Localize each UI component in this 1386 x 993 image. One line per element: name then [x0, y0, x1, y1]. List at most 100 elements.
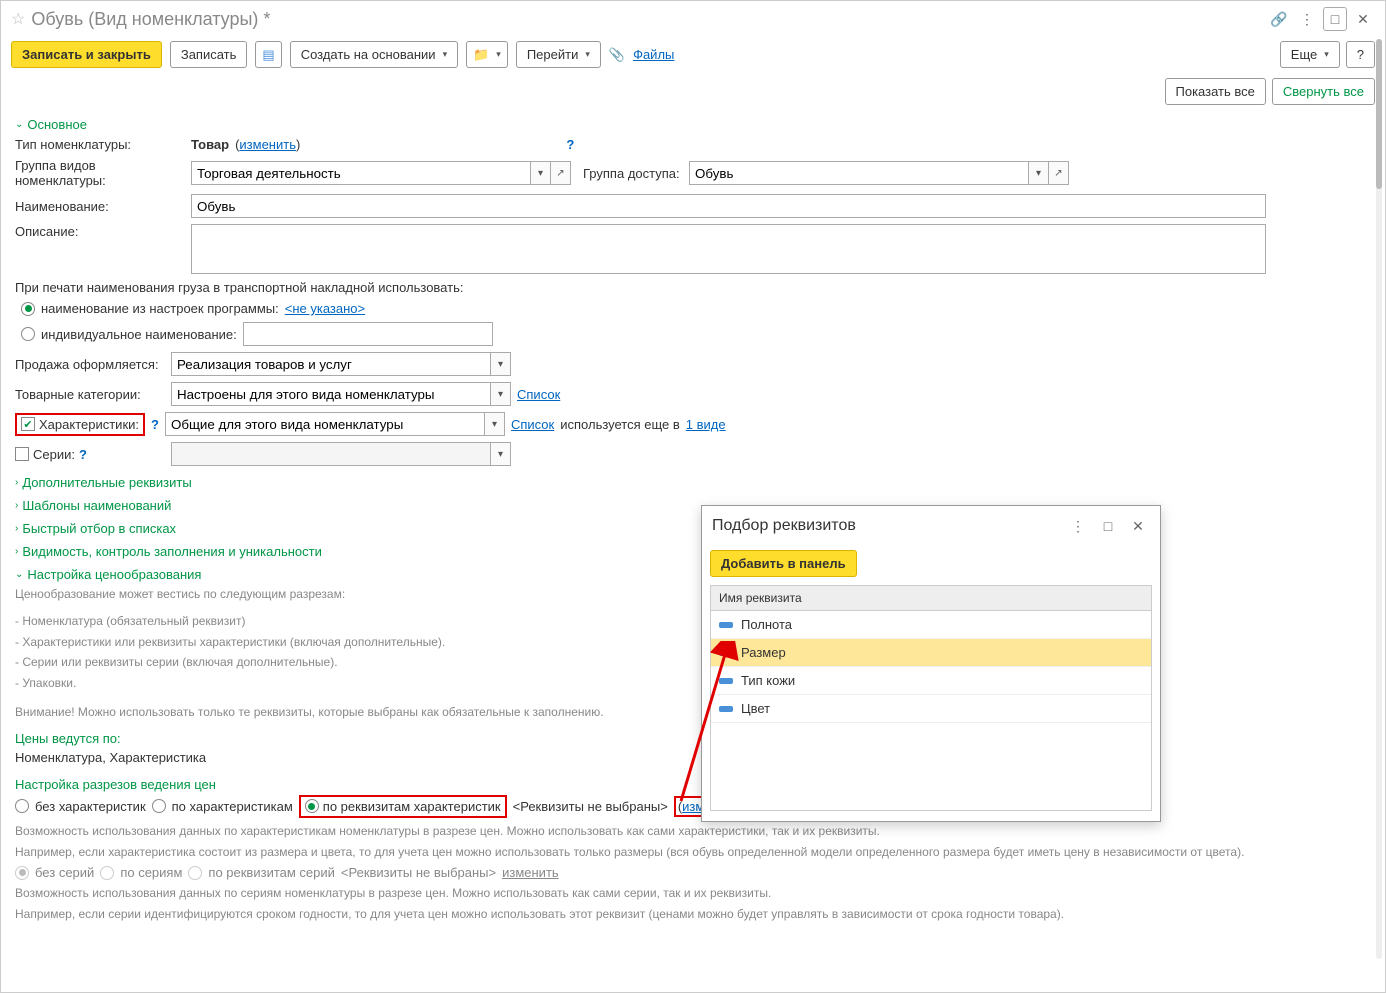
label-s3: по реквизитам серий	[208, 865, 335, 880]
radio-print-program[interactable]	[21, 302, 35, 316]
price-b4: - Упаковки.	[15, 673, 1371, 694]
section-tpl[interactable]: ›Шаблоны наименований	[15, 492, 1371, 515]
label-r1: без характеристик	[35, 799, 146, 814]
price-intro: Ценообразование может вестись по следующ…	[15, 584, 1371, 605]
tag-icon	[719, 622, 733, 628]
grid-row[interactable]: Цвет	[711, 695, 1151, 723]
radio-by-series-req	[188, 866, 202, 880]
close-icon[interactable]: ✕	[1126, 514, 1150, 538]
access-input[interactable]	[689, 161, 1029, 185]
price-note3: Возможность использования данных по сери…	[15, 883, 1371, 904]
link-icon[interactable]: 🔗	[1267, 7, 1291, 31]
open-icon[interactable]: ↗	[551, 161, 571, 185]
char-text: используется еще в	[560, 417, 680, 432]
open-icon[interactable]: ↗	[1049, 161, 1069, 185]
collapse-all-button[interactable]: Свернуть все	[1272, 78, 1375, 105]
price-by-value: Номенклатура, Характеристика	[15, 746, 1371, 769]
section-vis[interactable]: ›Видимость, контроль заполнения и уникал…	[15, 538, 1371, 561]
series-input[interactable]	[171, 442, 491, 466]
tag-icon	[719, 650, 733, 656]
create-based-button[interactable]: Создать на основании	[290, 41, 458, 68]
label-print-r2: индивидуальное наименование:	[41, 327, 237, 342]
char-input[interactable]	[165, 412, 485, 436]
label-cat: Товарные категории:	[15, 387, 165, 402]
dropdown-icon[interactable]: ▾	[491, 352, 511, 376]
more-button[interactable]: Еще	[1280, 41, 1340, 68]
radio-by-req[interactable]	[305, 799, 319, 813]
files-link[interactable]: Файлы	[633, 47, 674, 62]
label-s2: по сериям	[120, 865, 182, 880]
section-quick[interactable]: ›Быстрый отбор в списках	[15, 515, 1371, 538]
custom-print-input[interactable]	[243, 322, 493, 346]
grid-row[interactable]: Полнота	[711, 611, 1151, 639]
print-value-link[interactable]: <не указано>	[285, 301, 365, 316]
help-button[interactable]: ?	[1346, 41, 1375, 68]
price-b1: - Номенклатура (обязательный реквизит)	[15, 611, 1371, 632]
folder-button[interactable]: 📁	[466, 41, 508, 68]
label-sale: Продажа оформляется:	[15, 357, 165, 372]
grid-row[interactable]: Тип кожи	[711, 667, 1151, 695]
series-checkbox[interactable]	[15, 447, 29, 461]
kebab-icon[interactable]: ⋮	[1295, 7, 1319, 31]
section-price[interactable]: ⌄Настройка ценообразования	[15, 561, 1371, 584]
dropdown-icon[interactable]: ▾	[485, 412, 505, 436]
goto-button[interactable]: Перейти	[516, 41, 601, 68]
cat-input[interactable]	[171, 382, 491, 406]
char-checkbox[interactable]: ✔	[21, 417, 35, 431]
help-icon[interactable]: ?	[151, 417, 159, 432]
dropdown-icon[interactable]: ▾	[531, 161, 551, 185]
price-cut-header: Настройка разрезов ведения цен	[15, 769, 1371, 792]
group-input[interactable]	[191, 161, 531, 185]
section-extra[interactable]: ›Дополнительные реквизиты	[15, 469, 1371, 492]
cat-list-link[interactable]: Список	[517, 387, 560, 402]
dropdown-icon[interactable]: ▾	[491, 442, 511, 466]
value-type: Товар	[191, 137, 229, 152]
favorite-icon[interactable]: ☆	[11, 9, 25, 29]
scrollbar[interactable]	[1376, 39, 1382, 959]
radio-print-custom[interactable]	[21, 327, 35, 341]
radio-by-char[interactable]	[152, 799, 166, 813]
price-note2: Например, если характеристика состоит из…	[15, 842, 1371, 863]
grid-row[interactable]: Размер	[711, 639, 1151, 667]
label-name: Наименование:	[15, 199, 185, 214]
tag-icon	[719, 678, 733, 684]
section-main[interactable]: ⌄Основное	[15, 111, 1371, 134]
tag-icon	[719, 706, 733, 712]
dropdown-icon[interactable]: ▾	[491, 382, 511, 406]
help-icon[interactable]: ?	[566, 137, 574, 152]
show-all-button[interactable]: Показать все	[1165, 78, 1266, 105]
price-b3: - Серии или реквизиты серии (включая доп…	[15, 652, 1371, 673]
req-not-selected: <Реквизиты не выбраны>	[513, 799, 668, 814]
name-input[interactable]	[191, 194, 1266, 218]
scroll-thumb[interactable]	[1376, 39, 1382, 189]
add-to-panel-button[interactable]: Добавить в панель	[710, 550, 857, 577]
grid-body[interactable]: Полнота Размер Тип кожи Цвет	[710, 611, 1152, 811]
dropdown-icon[interactable]: ▾	[1029, 161, 1049, 185]
label-desc: Описание:	[15, 224, 185, 239]
clip-icon: 📎	[609, 47, 625, 63]
report-button[interactable]: ▤	[255, 41, 281, 68]
price-note1: Возможность использования данных по хара…	[15, 821, 1371, 842]
char-more-link[interactable]: 1 виде	[686, 417, 726, 432]
label-group: Группа видов номенклатуры:	[15, 158, 185, 188]
maximize-icon[interactable]: □	[1323, 7, 1347, 31]
label-print: При печати наименования груза в транспор…	[15, 280, 463, 295]
help-icon[interactable]: ?	[79, 447, 87, 462]
save-close-button[interactable]: Записать и закрыть	[11, 41, 162, 68]
sale-input[interactable]	[171, 352, 491, 376]
price-warn: Внимание! Можно использовать только те р…	[15, 702, 1371, 723]
radio-by-series	[100, 866, 114, 880]
radio-no-char[interactable]	[15, 799, 29, 813]
save-button[interactable]: Записать	[170, 41, 248, 68]
maximize-icon[interactable]: □	[1096, 514, 1120, 538]
series-not-selected: <Реквизиты не выбраны>	[341, 865, 496, 880]
grid-header: Имя реквизита	[710, 585, 1152, 611]
type-change-link[interactable]: изменить	[239, 137, 296, 152]
kebab-icon[interactable]: ⋮	[1066, 514, 1090, 538]
desc-input[interactable]	[191, 224, 1266, 274]
label-r2: по характеристикам	[172, 799, 293, 814]
requisites-popup: Подбор реквизитов ⋮ □ ✕ Добавить в панел…	[701, 505, 1161, 822]
close-icon[interactable]: ✕	[1351, 7, 1375, 31]
char-list-link[interactable]: Список	[511, 417, 554, 432]
price-by-header: Цены ведутся по:	[15, 723, 1371, 746]
